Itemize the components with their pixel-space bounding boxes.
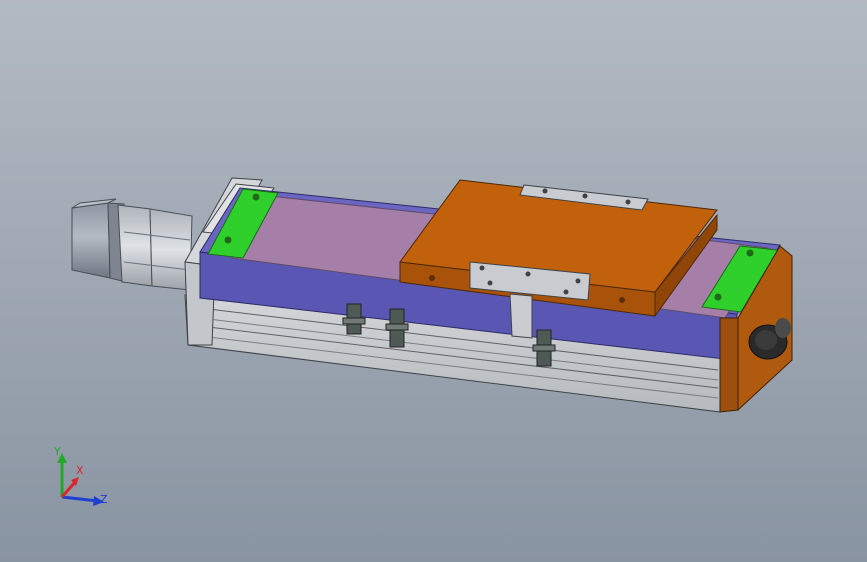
x-axis-label: X [76, 464, 84, 477]
z-axis-label: Z [100, 493, 108, 506]
linear-actuator-model[interactable] [0, 0, 867, 562]
view-orientation-triad[interactable]: Y X Z [40, 445, 120, 515]
servo-motor[interactable] [71, 198, 193, 291]
graphics-viewport[interactable]: Y X Z [0, 0, 867, 562]
y-axis-label: Y [53, 445, 61, 458]
z-axis-arrow [61, 495, 99, 503]
